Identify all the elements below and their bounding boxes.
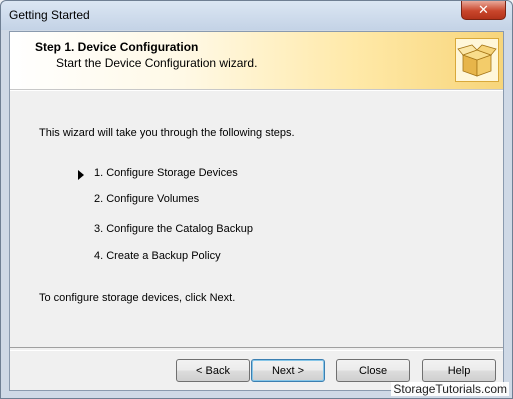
- footer-separator: [10, 347, 503, 351]
- back-button[interactable]: < Back: [176, 359, 250, 382]
- close-button[interactable]: Close: [336, 359, 410, 382]
- close-icon: ✕: [478, 2, 489, 17]
- list-item-step-3: 3. Configure the Catalog Backup: [94, 223, 253, 235]
- header-divider: [10, 90, 503, 91]
- next-button[interactable]: Next >: [251, 359, 325, 382]
- wizard-client-area: Step 1. Device Configuration Start the D…: [9, 31, 504, 391]
- title-bar[interactable]: Getting Started ✕: [1, 1, 512, 30]
- list-item-step-2: 2. Configure Volumes: [94, 193, 200, 205]
- watermark: StorageTutorials.com: [391, 382, 509, 396]
- package-box-icon: [455, 38, 499, 82]
- outro-text: To configure storage devices, click Next…: [39, 292, 236, 304]
- window-title: Getting Started: [9, 8, 90, 22]
- window-close-button[interactable]: ✕: [461, 1, 506, 20]
- help-button[interactable]: Help: [422, 359, 496, 382]
- list-item-step-4: 4. Create a Backup Policy: [94, 250, 221, 262]
- list-item-step-1: 1. Configure Storage Devices: [94, 167, 238, 179]
- step-subtitle: Start the Device Configuration wizard.: [56, 56, 258, 70]
- getting-started-window: Getting Started ✕ Step 1. Device Configu…: [0, 0, 513, 399]
- wizard-header: Step 1. Device Configuration Start the D…: [10, 32, 503, 90]
- intro-text: This wizard will take you through the fo…: [39, 127, 295, 139]
- play-arrow-icon: [78, 170, 84, 180]
- step-title: Step 1. Device Configuration: [35, 40, 199, 54]
